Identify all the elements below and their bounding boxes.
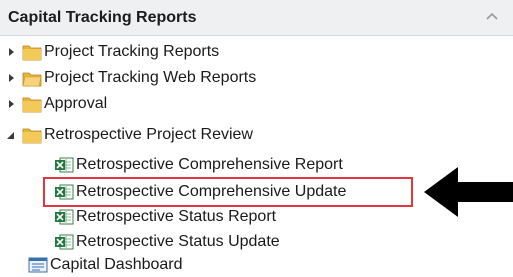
expand-arrow-icon[interactable] xyxy=(6,47,16,57)
folder-icon xyxy=(22,126,42,144)
tree-item-retrospective-comprehensive-report[interactable]: Retrospective Comprehensive Report xyxy=(54,153,343,177)
highlight-box xyxy=(43,177,413,207)
tree-item-retrospective-status-report[interactable]: Retrospective Status Report xyxy=(54,205,276,229)
tree-item-project-tracking-web-reports[interactable]: Project Tracking Web Reports xyxy=(6,66,256,90)
web-folder-icon xyxy=(22,69,42,87)
tree-item-capital-dashboard[interactable]: Capital Dashboard xyxy=(28,253,183,277)
dashboard-icon xyxy=(28,256,48,274)
tree-item-label: Retrospective Status Report xyxy=(76,208,277,225)
expand-arrow-icon[interactable] xyxy=(6,73,16,83)
tree-item-approval[interactable]: Approval xyxy=(6,92,107,116)
tree-item-label: Retrospective Comprehensive Report xyxy=(76,156,343,173)
folder-icon xyxy=(22,43,42,61)
tree-item-label: Approval xyxy=(44,95,108,112)
chevron-up-icon[interactable] xyxy=(485,10,499,24)
collapse-arrow-icon[interactable] xyxy=(6,130,16,140)
tree-item-label: Retrospective Status Update xyxy=(76,233,280,250)
tree-item-label: Project Tracking Web Reports xyxy=(44,69,257,86)
panel-header: Capital Tracking Reports xyxy=(0,0,513,36)
tree-item-label: Project Tracking Reports xyxy=(44,43,220,60)
tree-item-retrospective-project-review[interactable]: Retrospective Project Review xyxy=(6,123,253,147)
tree-item-project-tracking-reports[interactable]: Project Tracking Reports xyxy=(6,40,219,64)
tree-item-label: Retrospective Project Review xyxy=(44,126,253,143)
excel-report-icon xyxy=(54,208,74,226)
panel-title: Capital Tracking Reports xyxy=(8,9,197,26)
excel-report-icon xyxy=(54,233,74,251)
pointer-arrow-icon xyxy=(424,167,513,217)
tree-item-retrospective-status-update[interactable]: Retrospective Status Update xyxy=(54,230,280,254)
excel-report-icon xyxy=(54,156,74,174)
tree-item-label: Capital Dashboard xyxy=(50,256,183,273)
expand-arrow-icon[interactable] xyxy=(6,99,16,109)
folder-icon xyxy=(22,95,42,113)
